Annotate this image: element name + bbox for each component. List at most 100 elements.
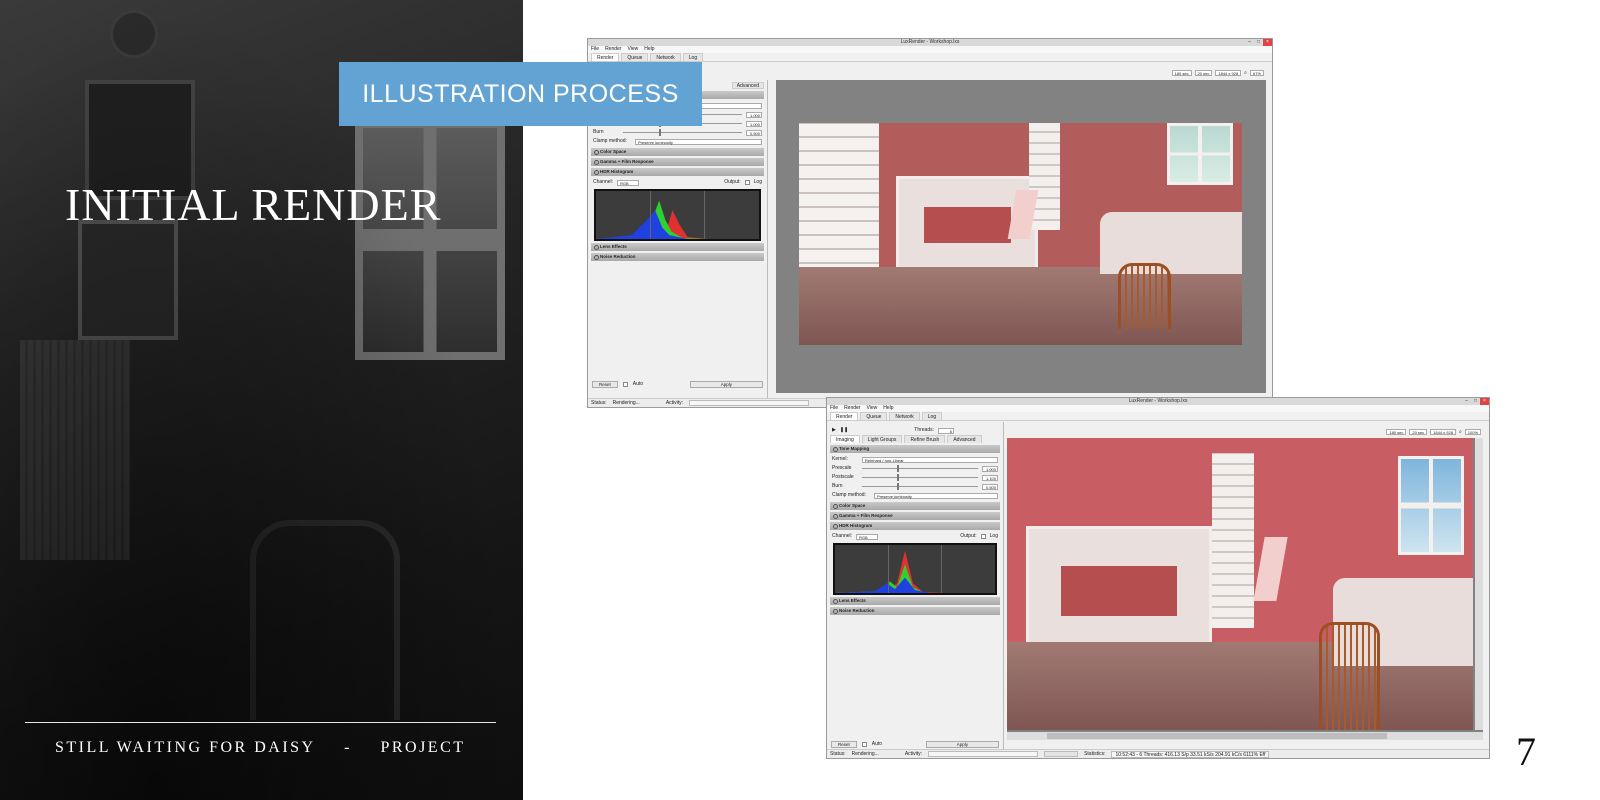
menu-render[interactable]: Render	[844, 405, 860, 412]
clamp-row: Clamp method: Preserve luminosity	[593, 137, 762, 146]
burn-value[interactable]: 0.500	[746, 129, 762, 136]
gamma-header[interactable]: Gamma + Film Response	[830, 512, 1000, 520]
log-checkbox[interactable]	[980, 534, 986, 539]
log-checkbox[interactable]	[744, 180, 750, 185]
settings-panel: Advanced 1.000 Postscale1.000 Burn0.500 …	[588, 80, 768, 400]
color-space-header[interactable]: Color Space	[830, 502, 1000, 510]
tab-imaging[interactable]: Imaging	[830, 435, 860, 443]
menu-file[interactable]: File	[830, 405, 838, 412]
postscale-slider[interactable]	[862, 474, 978, 481]
tab-queue[interactable]: Queue	[860, 412, 888, 420]
resolution-readout: 1844 x 928	[1215, 70, 1242, 76]
gamma-header[interactable]: Gamma + Film Response	[591, 158, 764, 166]
lens-effects-header[interactable]: Lens Effects	[591, 243, 764, 251]
prescale-value[interactable]: 1.000	[982, 465, 998, 472]
pause-icon[interactable]: ❚❚	[840, 426, 848, 435]
lens-effects-header[interactable]: Lens Effects	[830, 597, 1000, 605]
burn-slider[interactable]	[623, 129, 742, 136]
apply-button[interactable]: Apply	[925, 740, 999, 748]
close-icon[interactable]: ×	[1263, 39, 1272, 46]
auto-checkbox[interactable]	[861, 741, 867, 747]
tab-light-groups[interactable]: Light Groups	[861, 435, 903, 443]
tab-advanced[interactable]: Advanced	[731, 82, 764, 89]
tab-network[interactable]: Network	[889, 412, 920, 420]
render-viewport[interactable]	[1007, 438, 1483, 740]
channel-label: Channel:	[832, 533, 853, 539]
minimize-icon[interactable]: –	[1245, 39, 1254, 46]
zoom-icon[interactable]: ⌕	[1244, 70, 1247, 76]
channel-label: Channel:	[593, 179, 614, 185]
reset-button[interactable]: Reset	[831, 740, 857, 748]
tab-queue[interactable]: Queue	[621, 53, 649, 61]
tab-render[interactable]: Render	[830, 412, 859, 420]
minimize-icon[interactable]: –	[1462, 398, 1471, 405]
postscale-value[interactable]: 1.000	[746, 120, 762, 127]
histogram-header[interactable]: HDR Histogram	[591, 168, 764, 176]
tone-mapping-header[interactable]: Tone Mapping	[830, 445, 1000, 453]
section-badge: ILLUSTRATION PROCESS	[339, 62, 702, 126]
threads-value[interactable]: 6	[938, 427, 954, 434]
burn-slider[interactable]	[862, 483, 978, 490]
postscale-value[interactable]: 1.100	[982, 474, 998, 481]
kernel-label: Kernel:	[832, 456, 848, 462]
tab-advanced[interactable]: Advanced	[947, 435, 982, 443]
kernel-select[interactable]: Reinhard / non-Linear	[862, 456, 998, 463]
render-toolbar: 180 sec 20 sec 1844 x 928 ⌕ 67%	[1171, 69, 1264, 77]
close-icon[interactable]: ×	[1480, 398, 1489, 405]
main-tabs: Render Queue Network Log	[588, 53, 1272, 62]
project-label: PROJECT	[380, 739, 466, 756]
maximize-icon[interactable]: □	[1471, 398, 1480, 405]
time-field[interactable]: 180 sec	[1386, 429, 1407, 435]
auto-checkbox[interactable]	[622, 381, 628, 387]
progress-bar	[1044, 751, 1079, 757]
slide-footer: STILL WAITING FOR DAISY - PROJECT	[55, 739, 466, 757]
menu-help[interactable]: Help	[644, 46, 654, 53]
noise-reduction-header[interactable]: Noise Reduction	[591, 253, 764, 261]
prescale-slider[interactable]	[862, 465, 978, 472]
output-label: Output:	[724, 179, 741, 185]
maximize-icon[interactable]: □	[1254, 39, 1263, 46]
channel-select[interactable]: RGB	[856, 533, 879, 540]
menu-view[interactable]: View	[627, 46, 638, 53]
tab-log[interactable]: Log	[682, 53, 704, 61]
tab-refine-brush[interactable]: Refine Brush	[904, 435, 946, 443]
menu-file[interactable]: File	[591, 46, 599, 53]
burn-value[interactable]: 0.500	[982, 483, 998, 490]
noise-reduction-header[interactable]: Noise Reduction	[830, 607, 1000, 615]
menu-render[interactable]: Render	[605, 46, 621, 53]
clamp-select[interactable]: Preserve luminosity	[635, 138, 762, 145]
apply-button[interactable]: Apply	[689, 380, 763, 388]
menu-view[interactable]: View	[866, 405, 877, 412]
histogram-header[interactable]: HDR Histogram	[830, 522, 1000, 530]
render-viewport[interactable]	[776, 80, 1266, 393]
menu-bar: File Render View Help	[588, 46, 1272, 53]
bookshelf-shape	[799, 123, 879, 290]
tab-log[interactable]: Log	[921, 412, 943, 420]
clamp-select[interactable]: Preserve luminosity	[874, 492, 998, 499]
channel-select[interactable]: RGB	[617, 179, 640, 186]
footer-separator: -	[344, 739, 352, 756]
interval-field[interactable]: 20 sec	[1409, 429, 1428, 435]
vertical-scrollbar[interactable]	[1475, 438, 1483, 730]
settings-panel: ▶ ❚❚ Threads: 6 Imaging Light Groups Ref…	[827, 422, 1004, 750]
field-label: Burn	[832, 483, 843, 489]
histogram-graph	[833, 543, 997, 595]
slide-title: INITIAL RENDER	[65, 179, 442, 230]
clamp-label: Clamp method:	[832, 492, 866, 498]
prescale-value[interactable]: 1.000	[746, 111, 762, 118]
interval-field[interactable]: 20 sec	[1194, 70, 1213, 76]
play-icon[interactable]: ▶	[832, 426, 836, 435]
zoom-icon[interactable]: ⌕	[1459, 429, 1462, 435]
main-tabs: Render Queue Network Log	[827, 412, 1489, 421]
horizontal-scrollbar[interactable]	[1007, 732, 1483, 740]
tab-network[interactable]: Network	[650, 53, 681, 61]
color-space-header[interactable]: Color Space	[591, 148, 764, 156]
menu-bar: File Render View Help	[827, 405, 1489, 412]
tab-render[interactable]: Render	[591, 53, 620, 61]
menu-help[interactable]: Help	[883, 405, 893, 412]
reset-button[interactable]: Reset	[592, 380, 618, 388]
threads-label: Threads:	[914, 427, 934, 433]
window-title: LuxRender - Workshop.lxs – □ ×	[588, 39, 1272, 46]
window-shape	[1398, 455, 1464, 555]
time-field[interactable]: 180 sec	[1171, 70, 1192, 76]
